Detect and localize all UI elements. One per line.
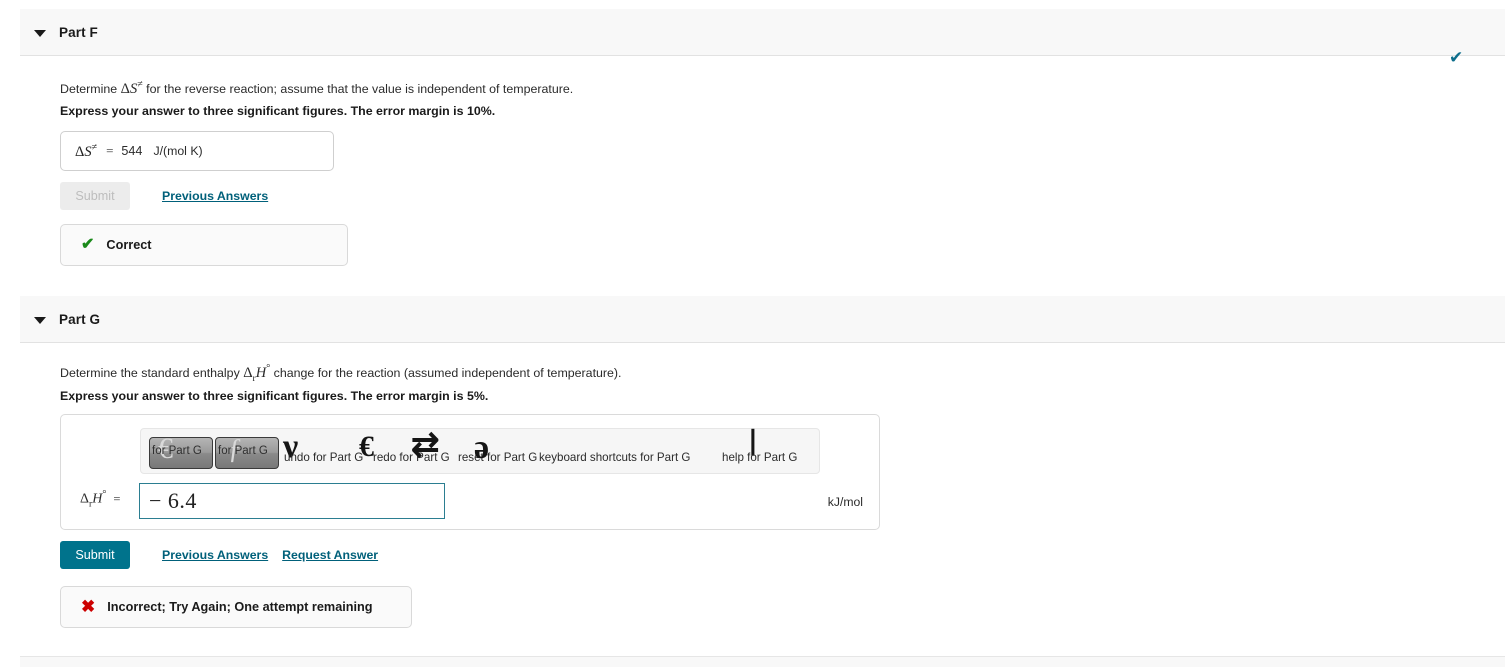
- math-palette-button-1[interactable]: € for Part G: [149, 437, 213, 469]
- part-f-answer-field[interactable]: ΔS≠ = 544 J/(mol K): [60, 131, 334, 171]
- part-f-feedback-text: Correct: [106, 238, 152, 252]
- part-g-request-answer-link[interactable]: Request Answer: [282, 548, 378, 562]
- part-f-instruction: Express your answer to three significant…: [60, 104, 496, 118]
- part-title-f: Part F: [59, 24, 98, 40]
- part-f-prompt: Determine ΔS≠ for the reverse reaction; …: [60, 79, 573, 98]
- palette-alt-1: for Part G: [152, 445, 202, 457]
- check-icon: ✔: [1449, 48, 1464, 67]
- part-f-prompt-post: for the reverse reaction; assume that th…: [142, 81, 574, 96]
- reset-alt-text[interactable]: reset for Part G: [458, 451, 537, 464]
- part-f-answer-units: J/(mol K): [153, 144, 203, 158]
- part-g-submit-button[interactable]: Submit: [60, 541, 130, 569]
- part-g-prompt-post: change for the reaction (assumed indepen…: [270, 365, 622, 380]
- part-header-g[interactable]: Part G: [20, 296, 1505, 343]
- part-f-feedback: ✔ Correct: [60, 224, 348, 266]
- math-palette-button-2[interactable]: ƒ for Part G: [215, 437, 279, 469]
- part-header-f[interactable]: Part F: [20, 9, 1505, 56]
- help-alt-text[interactable]: help for Part G: [722, 451, 797, 464]
- part-g-answer-label: ΔrH° =: [80, 489, 121, 510]
- part-f-answer-symbol: ΔS≠: [75, 141, 98, 160]
- part-g-prompt-symbol: ΔrH°: [243, 363, 271, 384]
- part-f-answer-value: 544: [121, 144, 143, 158]
- part-g-math-toolbar: € for Part G ƒ for Part G ν undo for Par…: [140, 428, 820, 474]
- part-g-instruction: Express your answer to three significant…: [60, 389, 489, 403]
- caret-down-icon[interactable]: [34, 313, 47, 326]
- part-g-previous-answers-link[interactable]: Previous Answers: [162, 548, 268, 562]
- part-f-prompt-symbol: ΔS≠: [120, 79, 143, 97]
- part-g-answer-input[interactable]: − 6.4: [139, 483, 445, 519]
- next-section-band: [20, 656, 1505, 667]
- part-g-answer-widget: € for Part G ƒ for Part G ν undo for Par…: [60, 414, 880, 530]
- keyboard-shortcuts-alt-text[interactable]: keyboard shortcuts for Part G: [539, 451, 690, 464]
- undo-alt-text[interactable]: undo for Part G: [284, 451, 363, 464]
- palette-alt-2: for Part G: [218, 445, 268, 457]
- part-g-feedback: ✖ Incorrect; Try Again; One attempt rema…: [60, 586, 412, 628]
- part-g-action-row: Submit Previous Answers Request Answer: [60, 541, 378, 569]
- caret-down-icon[interactable]: [34, 26, 47, 39]
- part-g-feedback-text: Incorrect; Try Again; One attempt remain…: [107, 600, 373, 614]
- cross-icon: ✖: [81, 597, 96, 616]
- part-g-prompt-pre: Determine the standard enthalpy: [60, 365, 244, 380]
- part-g-answer-units: kJ/mol: [827, 495, 863, 509]
- redo-alt-text[interactable]: redo for Part G: [373, 451, 450, 464]
- part-g-prompt: Determine the standard enthalpy ΔrH° cha…: [60, 363, 622, 384]
- part-f-action-row: Submit Previous Answers: [60, 182, 268, 210]
- part-f-prompt-pre: Determine: [60, 81, 121, 96]
- part-f-previous-answers-link[interactable]: Previous Answers: [162, 189, 268, 203]
- check-icon: ✔: [81, 236, 95, 253]
- problem-page: Part F ✔ Determine ΔS≠ for the reverse r…: [0, 0, 1505, 667]
- part-f-submit-button[interactable]: Submit: [60, 182, 130, 210]
- part-title-g: Part G: [59, 311, 101, 327]
- part-f-answer-equals: =: [106, 143, 114, 158]
- part-g-answer-value: − 6.4: [149, 488, 197, 513]
